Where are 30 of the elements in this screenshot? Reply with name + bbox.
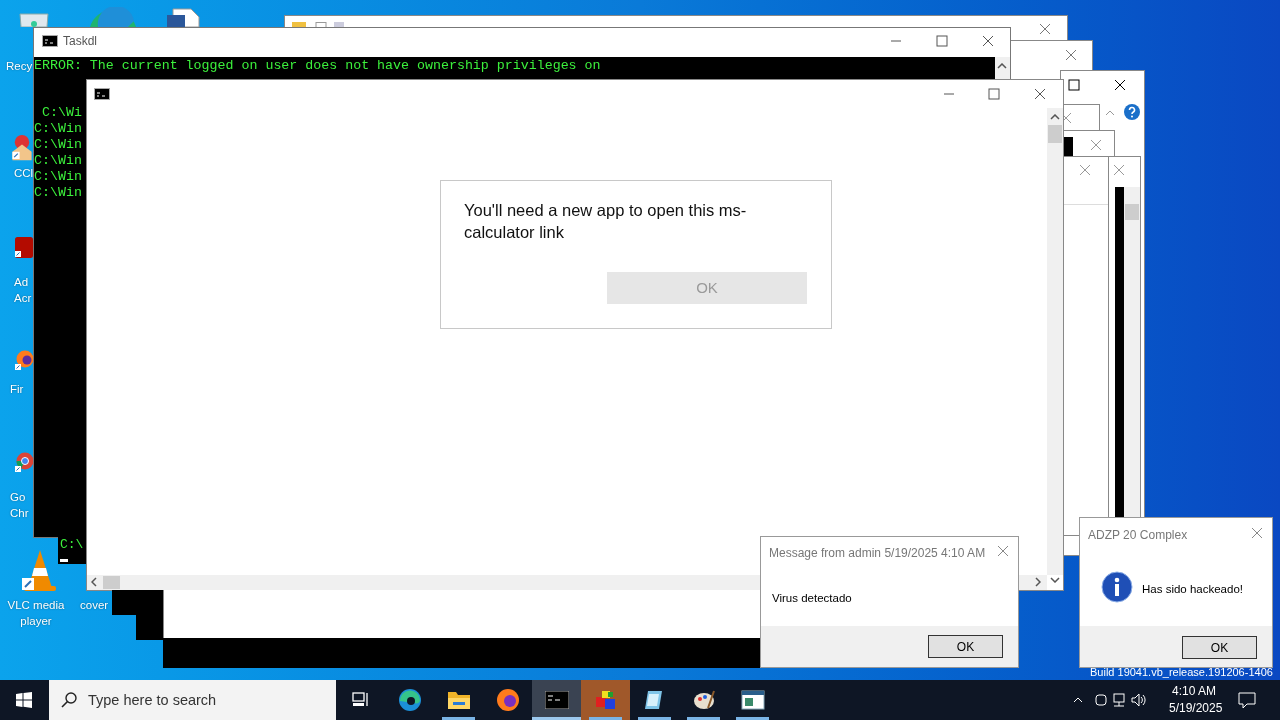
search-field[interactable]: Type here to search xyxy=(49,680,336,720)
dialog-title: Message from admin 5/19/2025 4:10 AM xyxy=(769,545,986,562)
dialog-title: ADZP 20 Complex xyxy=(1088,527,1188,544)
dialog-message: You'll need a new app to open this ms-calculator link xyxy=(464,200,748,243)
clock-date[interactable]: 5/19/2025 xyxy=(1169,701,1223,716)
icon-label: Chr xyxy=(10,506,29,521)
window-title: Taskdl xyxy=(63,34,97,48)
ok-button[interactable]: OK xyxy=(1182,636,1257,659)
console-text: C:\Win xyxy=(34,185,82,201)
icon-label: Go xyxy=(10,490,26,505)
icon-label: CCl xyxy=(14,166,34,181)
icon-label: player xyxy=(19,614,53,629)
icon-label: Ad xyxy=(14,275,29,290)
console-text: C:\Wi xyxy=(40,105,82,121)
console-text: C:\Win xyxy=(34,137,82,153)
icon-label: cover xyxy=(80,598,109,613)
console-text: C:\Win xyxy=(34,121,82,137)
dialog-message: Virus detectado xyxy=(772,591,852,606)
ok-button[interactable]: OK xyxy=(928,635,1003,658)
console-text: C:\Win xyxy=(34,153,82,169)
build-text: Build 19041.vb_release.191206-1406 xyxy=(1090,666,1273,679)
clock-time[interactable]: 4:10 AM xyxy=(1172,684,1217,699)
console-text: C:\Win xyxy=(34,169,82,185)
icon-label: Fir xyxy=(10,382,24,397)
icon-label: VLC media xyxy=(6,598,66,613)
console-text: ERROR: The current logged on user does not have ownership privileges on xyxy=(34,58,601,74)
dialog-message: Has sido hackeado! xyxy=(1142,582,1243,597)
console-text: C:\ xyxy=(60,538,84,552)
icon-label: Acr xyxy=(14,291,32,306)
icon-label: Recy xyxy=(6,59,33,74)
